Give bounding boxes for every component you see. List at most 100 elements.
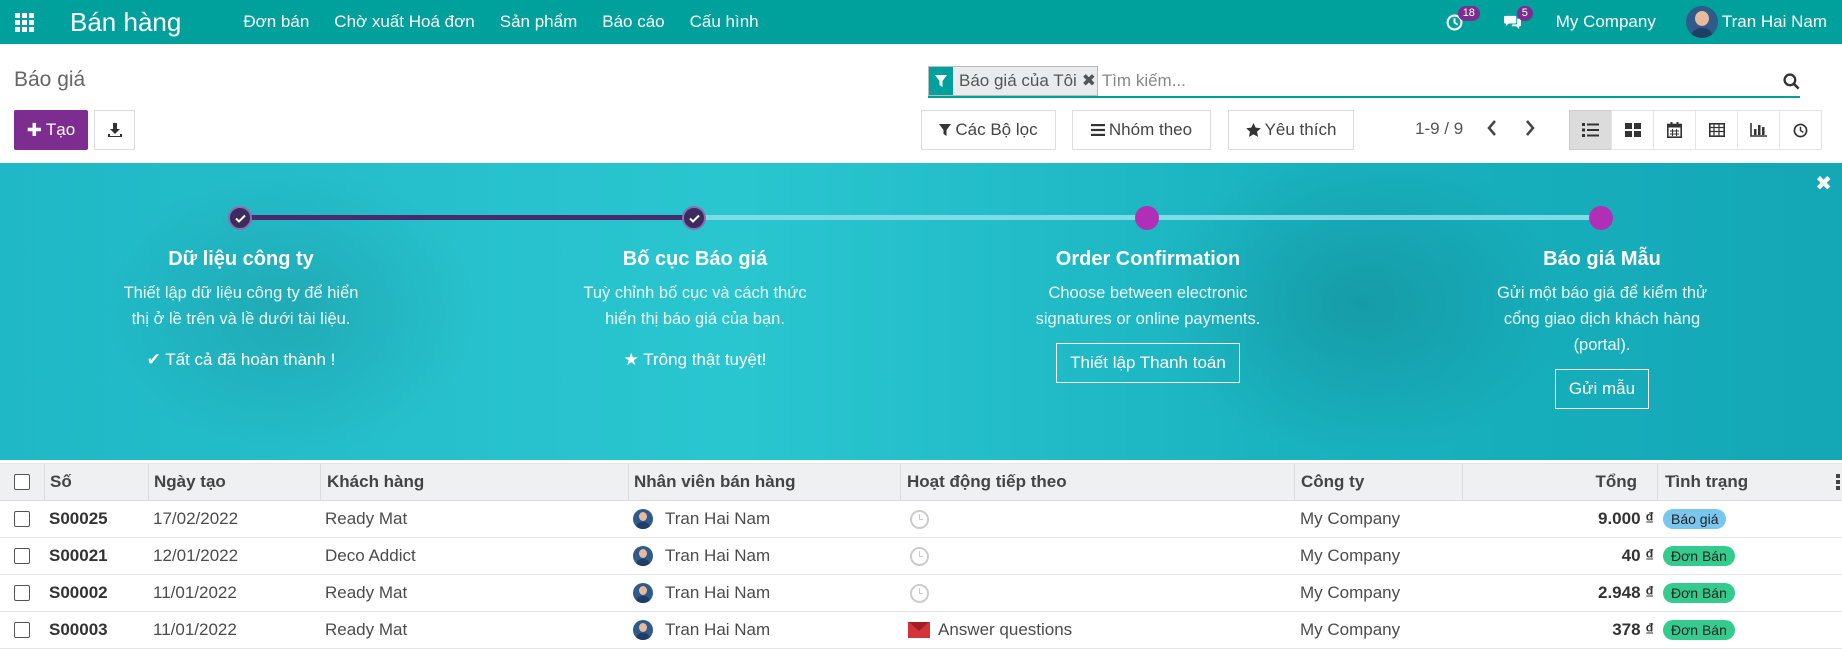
cell-date: 11/01/2022 <box>153 583 237 602</box>
avatar <box>633 620 653 640</box>
favorites-label: Yêu thích <box>1264 120 1337 139</box>
search-input[interactable] <box>1101 67 1777 95</box>
company-switcher[interactable]: My Company <box>1556 12 1656 32</box>
search-facet: Báo giá của Tôi ✖ <box>928 66 1098 96</box>
cell-company: My Company <box>1300 509 1401 528</box>
status-badge: Đơn Bán <box>1663 583 1735 603</box>
filter-icon <box>939 123 952 136</box>
user-menu[interactable]: Tran Hai Nam <box>1685 6 1827 38</box>
group-by-button[interactable]: Nhóm theo <box>1072 110 1211 150</box>
apps-menu-icon[interactable] <box>12 10 36 34</box>
filter-icon <box>929 67 953 95</box>
message-count-badge: 5 <box>1516 5 1533 21</box>
step-done-message: ✔ Tất cả đã hoàn thành ! <box>101 350 381 370</box>
cell-company: My Company <box>1300 546 1401 565</box>
step-description-line: hiển thị báo giá của bạn. <box>605 310 785 328</box>
step-title[interactable]: Báo giá Mẫu <box>1462 248 1742 271</box>
menu-reporting[interactable]: Báo cáo <box>602 12 664 32</box>
calendar-view-button[interactable] <box>1653 110 1696 150</box>
close-banner-icon[interactable]: ✖ <box>1815 171 1832 196</box>
header-total[interactable]: Tổng <box>1462 464 1637 500</box>
cell-salesperson: Tran Hai Nam <box>633 575 770 611</box>
table-row[interactable]: S00002 11/01/2022 Ready Mat Tran Hai Nam… <box>0 575 1842 612</box>
activity-view-button[interactable] <box>1779 110 1822 150</box>
table-row[interactable]: S00003 11/01/2022 Ready Mat Tran Hai Nam… <box>0 612 1842 649</box>
avatar <box>633 583 653 603</box>
cell-number: S00003 <box>49 620 108 639</box>
row-checkbox[interactable] <box>14 511 30 527</box>
cell-date: 11/01/2022 <box>153 620 237 639</box>
step-description-line: thị ở lề trên và lề dưới tài liệu. <box>131 310 351 328</box>
step-description: Tuỳ chỉnh bố cục và cách thức hiển thị b… <box>555 280 835 332</box>
step-description-line: signatures or online payments. <box>1035 310 1261 328</box>
menu-orders[interactable]: Đơn bán <box>243 12 309 32</box>
pager-next-button[interactable] <box>1524 118 1536 143</box>
search-icon[interactable] <box>1783 72 1800 90</box>
activities-button[interactable]: 18 <box>1446 5 1480 31</box>
header-customer[interactable]: Khách hàng <box>327 464 424 500</box>
chevron-right-icon <box>1526 120 1535 136</box>
list-view-button[interactable] <box>1569 110 1612 150</box>
onboarding-step-company-data: Dữ liệu công ty Thiết lập dữ liệu công t… <box>101 248 381 370</box>
select-all-checkbox[interactable] <box>14 474 30 490</box>
star-icon <box>1245 123 1261 137</box>
progress-track-done <box>241 215 695 220</box>
row-checkbox[interactable] <box>14 622 30 638</box>
onboarding-banner: ✖ Dữ liệu công ty Thiết lập dữ liệu công… <box>0 163 1842 460</box>
clock-icon[interactable] <box>910 546 929 566</box>
cell-customer: Deco Addict <box>325 546 416 565</box>
row-checkbox[interactable] <box>14 548 30 564</box>
step-title[interactable]: Order Confirmation <box>1008 248 1288 271</box>
menu-to-invoice[interactable]: Chờ xuất Hoá đơn <box>334 12 474 32</box>
header-next-activity[interactable]: Hoạt động tiếp theo <box>907 464 1067 500</box>
user-avatar <box>1685 6 1718 38</box>
cell-company: My Company <box>1300 620 1401 639</box>
step-title[interactable]: Bố cục Báo giá <box>555 248 835 271</box>
export-button[interactable] <box>94 110 135 150</box>
step-done-message: ★ Trông thật tuyệt! <box>555 350 835 370</box>
header-number[interactable]: Số <box>50 464 72 500</box>
user-name: Tran Hai Nam <box>1721 12 1827 31</box>
quotations-table: Số Ngày tạo Khách hàng Nhân viên bán hàn… <box>0 463 1842 649</box>
pager-previous-button[interactable] <box>1486 118 1498 143</box>
send-sample-button[interactable]: Gửi mẫu <box>1554 369 1650 409</box>
optional-columns-icon[interactable] <box>1836 474 1840 490</box>
header-date[interactable]: Ngày tạo <box>154 464 226 500</box>
step-title[interactable]: Dữ liệu công ty <box>101 248 381 271</box>
menu-configuration[interactable]: Cấu hình <box>690 12 759 32</box>
search-bar: Báo giá của Tôi ✖ <box>928 66 1800 98</box>
header-status[interactable]: Tình trạng <box>1665 464 1748 500</box>
avatar <box>633 509 653 529</box>
row-checkbox[interactable] <box>14 585 30 601</box>
clock-icon[interactable] <box>910 583 929 603</box>
remove-facet-icon[interactable]: ✖ <box>1081 67 1097 95</box>
pager-value[interactable]: 1-9 / 9 <box>1415 119 1463 139</box>
graph-view-button[interactable] <box>1737 110 1780 150</box>
menu-products[interactable]: Sản phẩm <box>500 12 578 32</box>
messages-button[interactable]: 5 <box>1503 5 1533 31</box>
pivot-view-button[interactable] <box>1695 110 1738 150</box>
cell-salesperson: Tran Hai Nam <box>633 612 770 648</box>
kanban-view-button[interactable] <box>1611 110 1654 150</box>
setup-payment-button[interactable]: Thiết lập Thanh toán <box>1056 343 1240 383</box>
step-3-dot <box>1135 206 1159 230</box>
step-done-label: Trông thật tuyệt! <box>643 350 767 369</box>
activity-summary[interactable]: Answer questions <box>938 620 1072 640</box>
envelope-icon[interactable] <box>908 622 930 638</box>
header-salesperson[interactable]: Nhân viên bán hàng <box>634 464 796 500</box>
step-2-check-icon <box>682 206 706 230</box>
cell-activity <box>910 501 929 537</box>
header-company[interactable]: Công ty <box>1301 464 1364 500</box>
table-row[interactable]: S00021 12/01/2022 Deco Addict Tran Hai N… <box>0 538 1842 575</box>
table-row[interactable]: S00025 17/02/2022 Ready Mat Tran Hai Nam… <box>0 501 1842 538</box>
salesperson-name: Tran Hai Nam <box>665 509 771 528</box>
clock-icon[interactable] <box>910 509 929 529</box>
app-title[interactable]: Bán hàng <box>70 7 181 38</box>
favorites-button[interactable]: Yêu thích <box>1228 110 1354 150</box>
step-description-line: Choose between electronic <box>1048 284 1248 302</box>
onboarding-step-order-confirmation: Order Confirmation Choose between electr… <box>1008 248 1288 383</box>
filters-button[interactable]: Các Bộ lọc <box>921 110 1056 150</box>
group-by-label: Nhóm theo <box>1108 120 1193 139</box>
chevron-left-icon <box>1487 120 1496 136</box>
create-button[interactable]: ✚ Tạo <box>14 110 88 150</box>
